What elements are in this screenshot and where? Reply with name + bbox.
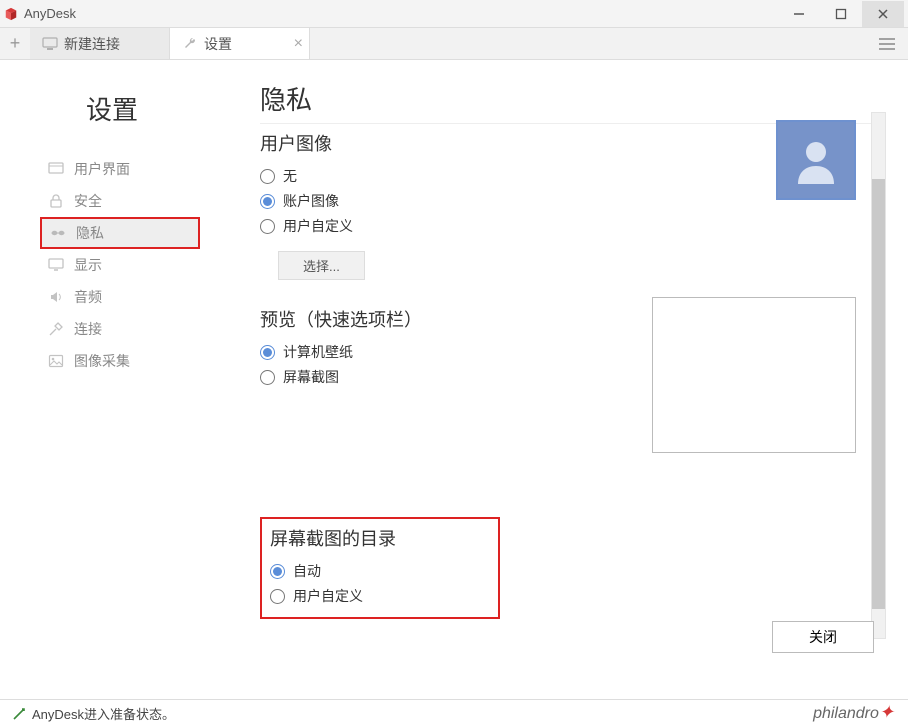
scrollbar-thumb[interactable] [872,179,885,609]
maximize-button[interactable] [820,1,862,27]
sidebar-item-connection[interactable]: 连接 [40,313,200,345]
app-icon [4,7,18,21]
sidebar-item-display[interactable]: 显示 [40,249,200,281]
main: 设置 用户界面 安全 隐私 显示 音频 连接 图像采集 [0,60,908,699]
avatar-preview [776,123,856,200]
sidebar-item-capture[interactable]: 图像采集 [40,345,200,377]
close-button[interactable] [862,1,904,27]
sidebar-item-audio[interactable]: 音频 [40,281,200,313]
page-title: 隐私 [260,80,878,117]
monitor-icon [48,257,64,273]
radio-screenshot-custom[interactable]: 用户自定义 [270,586,458,606]
preview-box [652,297,856,453]
choose-image-button[interactable]: 选择... [278,251,365,280]
tab-new-connection[interactable]: 新建连接 [30,28,170,59]
content-scroll: 用户图像 无 账户图像 用户自定义 选择... 预览（快速选项栏） 计算机壁纸 … [260,123,878,643]
section-screenshot-dir: 屏幕截图的目录 自动 用户自定义 [260,517,500,619]
sidebar-item-label: 隐私 [76,223,104,243]
settings-content: 隐私 用户图像 无 账户图像 用户自定义 选择... 预览（快速选项栏） 计算机… [200,60,908,699]
status-icon [12,707,26,721]
bottom-bar: 关闭 [772,621,874,653]
minimize-button[interactable] [778,1,820,27]
display-icon [48,161,64,177]
brand-label: philandro✦ [813,702,894,723]
sidebar-item-security[interactable]: 安全 [40,185,200,217]
close-settings-button[interactable]: 关闭 [772,621,874,653]
monitor-icon [42,36,58,52]
scrollbar-track[interactable] [871,112,886,639]
sunglasses-icon [50,225,66,241]
tab-settings[interactable]: 设置 × [170,28,310,59]
sidebar-item-label: 用户界面 [74,159,130,179]
section-heading: 屏幕截图的目录 [270,525,458,551]
sidebar-item-privacy[interactable]: 隐私 [40,217,200,249]
tab-strip: + 新建连接 设置 × [0,28,908,60]
new-tab-button[interactable]: + [0,28,30,59]
plug-icon [48,321,64,337]
status-text: AnyDesk进入准备状态。 [32,704,175,723]
image-icon [48,353,64,369]
tab-label: 设置 [204,34,232,54]
radio-user-image-custom[interactable]: 用户自定义 [260,216,870,236]
status-bar: AnyDesk进入准备状态。 [0,699,908,727]
tab-label: 新建连接 [64,34,120,54]
sidebar-item-label: 音频 [74,287,102,307]
sidebar-item-label: 显示 [74,255,102,275]
sidebar-item-label: 图像采集 [74,351,130,371]
speaker-icon [48,289,64,305]
lock-icon [48,193,64,209]
hamburger-menu-button[interactable] [872,28,902,59]
window-title: AnyDesk [24,6,778,21]
sidebar-item-ui[interactable]: 用户界面 [40,153,200,185]
sidebar-title: 设置 [40,90,200,127]
settings-sidebar: 设置 用户界面 安全 隐私 显示 音频 连接 图像采集 [0,60,200,699]
sidebar-item-label: 连接 [74,319,102,339]
sidebar-item-label: 安全 [74,191,102,211]
close-icon[interactable]: × [294,35,303,53]
radio-screenshot-auto[interactable]: 自动 [270,561,458,581]
titlebar: AnyDesk [0,0,908,28]
wrench-icon [182,36,198,52]
